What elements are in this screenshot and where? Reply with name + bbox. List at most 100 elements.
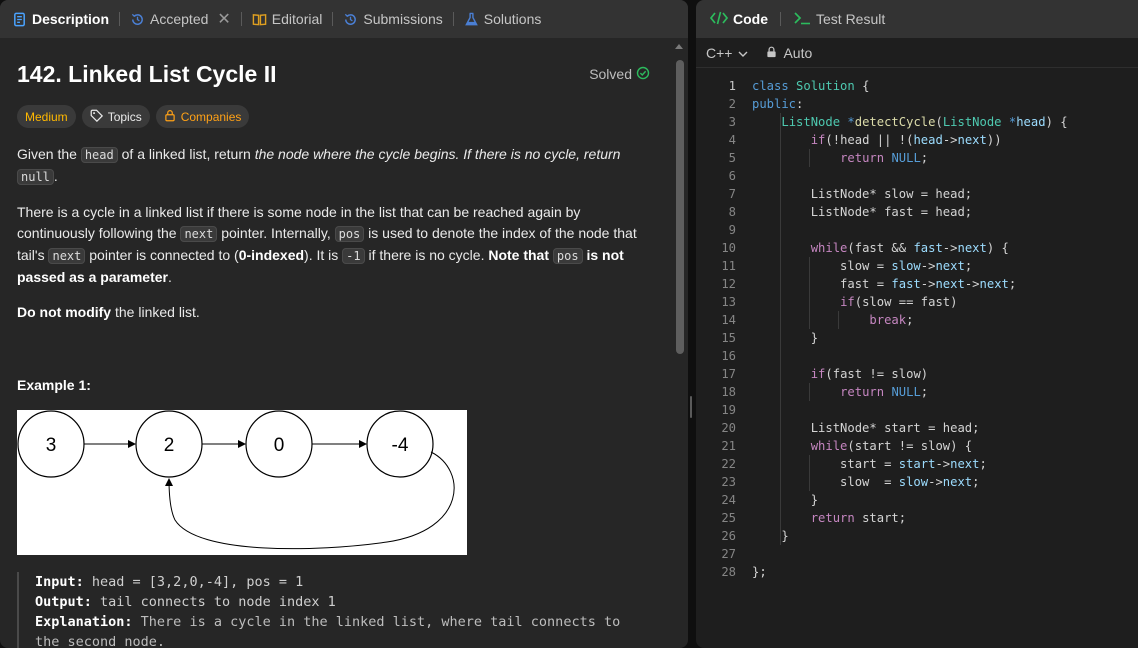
example-explanation-cont: the second node. (35, 634, 166, 648)
code-line: 8 ListNode* fast = head; (728, 205, 973, 219)
indent-guide (809, 257, 810, 329)
check-circle-icon (636, 66, 650, 83)
example-explanation: Explanation: There is a cycle in the lin… (35, 614, 621, 630)
tab-divider (452, 12, 454, 26)
example-title: Example 1: (17, 377, 91, 393)
node-label-3: -4 (392, 435, 409, 456)
node-label-2: 0 (274, 435, 285, 456)
tab-divider (332, 12, 334, 26)
problem-title[interactable]: 142. Linked List Cycle II (17, 61, 277, 88)
code-line: 3 ListNode *detectCycle(ListNode *head) … (728, 115, 1068, 129)
topics-button[interactable]: Topics (81, 105, 150, 128)
close-icon[interactable]: ✕ (217, 9, 230, 29)
lock-icon (164, 109, 176, 125)
tab-submissions-label: Submissions (363, 11, 443, 27)
code-line: 28}; (721, 565, 767, 579)
code-line: 25 return start; (721, 511, 907, 525)
companies-button[interactable]: Companies (155, 105, 250, 128)
code-line: 6 (728, 169, 736, 183)
code-line: 12 fast = fast->next->next; (721, 277, 1017, 291)
tab-test-result[interactable]: Test Result (789, 11, 889, 28)
history-icon (130, 12, 145, 27)
code-line: 17 if(fast != slow) (721, 367, 929, 381)
editor-toolbar: C++ Auto (696, 38, 1138, 68)
tab-description-label: Description (32, 11, 110, 27)
tag-icon (90, 109, 103, 125)
code-line: 5 return NULL; (728, 151, 929, 165)
tab-editorial-label: Editorial (271, 11, 323, 27)
flask-icon (464, 12, 479, 27)
example-input: Input: head = [3,2,0,-4], pos = 1 (35, 574, 304, 590)
tab-accepted-label: Accepted (150, 11, 209, 27)
solved-label: Solved (589, 66, 632, 82)
scroll-up-arrow-icon[interactable] (675, 44, 683, 49)
terminal-icon (793, 11, 811, 28)
description-panel: Description Accepted ✕ Editorial Submiss… (0, 0, 688, 648)
tag-row: Medium Topics Companies (17, 105, 653, 128)
language-label: C++ (706, 44, 733, 61)
solved-status: Solved (589, 66, 650, 83)
description-paragraph-1: Given the head of a linked list, return … (17, 146, 621, 185)
tab-description[interactable]: Description (6, 0, 115, 38)
tab-code-label: Code (733, 11, 768, 27)
code-line: 7 ListNode* slow = head; (728, 187, 973, 201)
indent-guide (809, 383, 810, 401)
code-line: 16 (721, 349, 736, 363)
book-icon (252, 12, 267, 27)
tab-solutions[interactable]: Solutions (458, 0, 548, 38)
code-line: 9 (728, 223, 736, 237)
code-line: 10 while(fast && fast->next) { (721, 241, 1009, 255)
tab-divider (240, 12, 242, 26)
code-line: 13 if(slow == fast) (721, 295, 958, 309)
tab-code[interactable]: Code (706, 11, 772, 28)
description-content: 142. Linked List Cycle II Solved Medium … (0, 38, 670, 648)
code-line: 20 ListNode* start = head; (721, 421, 980, 435)
node-label-0: 3 (46, 435, 57, 456)
indent-guide (780, 113, 781, 545)
code-line: 27 (721, 547, 736, 561)
example-io-block: Input: head = [3,2,0,-4], pos = 1 Output… (17, 572, 653, 648)
code-line: 19 (721, 403, 736, 417)
code-brackets-icon (709, 11, 729, 28)
right-tab-bar: Code Test Result (696, 0, 1138, 38)
linked-list-diagram: 3 2 0 -4 (17, 410, 467, 555)
code-line: 26 } (721, 529, 789, 543)
tab-divider (780, 12, 781, 26)
indent-guide (838, 311, 839, 329)
indent-guide (809, 455, 810, 491)
lock-icon (766, 45, 777, 61)
title-row: 142. Linked List Cycle II Solved (17, 60, 653, 88)
description-paragraph-3: Do not modify the linked list. (17, 304, 200, 320)
difficulty-badge: Medium (17, 105, 76, 128)
example-output: Output: tail connects to node index 1 (35, 594, 336, 610)
panel-resize-handle[interactable] (690, 396, 692, 418)
code-line: 14 break; (721, 313, 914, 327)
code-line: 23 slow = slow->next; (721, 475, 980, 489)
code-line: 21 while(start != slow) { (721, 439, 973, 453)
document-icon (12, 12, 27, 27)
code-line: 4 if(!head || !(head->next)) (728, 133, 1002, 147)
indent-guide (809, 149, 810, 167)
code-panel: Code Test Result C++ Auto 1 class Soluti… (696, 0, 1138, 648)
tab-divider (119, 12, 121, 26)
language-select[interactable]: C++ (706, 45, 748, 61)
tab-solutions-label: Solutions (483, 11, 542, 27)
mode-label: Auto (783, 44, 813, 61)
tab-editorial[interactable]: Editorial (246, 0, 329, 38)
code-line: 2 public: (728, 97, 804, 111)
auto-mode[interactable]: Auto (766, 45, 812, 61)
code-line: 1 class Solution { (728, 79, 870, 93)
code-editor[interactable]: 1 class Solution { 2 public: 3 ListNode *d… (696, 77, 1138, 581)
code-line: 22 start = start->next; (721, 457, 987, 471)
tab-accepted[interactable]: Accepted ✕ (124, 0, 237, 38)
code-line: 15 } (721, 331, 819, 345)
code-line: 24 } (721, 493, 819, 507)
tab-test-result-label: Test Result (816, 11, 886, 27)
code-line: 11 slow = slow->next; (721, 259, 973, 273)
chevron-down-icon (738, 45, 748, 61)
topics-label: Topics (107, 109, 142, 124)
tab-submissions[interactable]: Submissions (337, 0, 448, 38)
app-root: Description Accepted ✕ Editorial Submiss… (0, 0, 1138, 648)
description-scrollbar[interactable] (676, 60, 684, 354)
history-icon (343, 12, 358, 27)
